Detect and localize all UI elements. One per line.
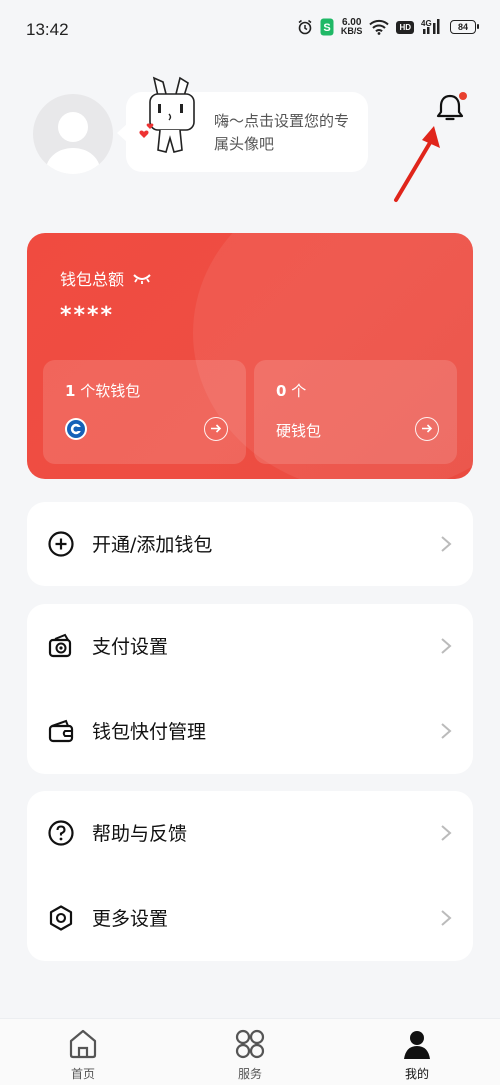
rabbit-mascot-icon [139,76,195,153]
alarm-icon [297,19,313,35]
menu-item-label: 钱包快付管理 [92,721,207,743]
svg-text:S: S [323,22,330,34]
default-avatar-icon [46,112,100,174]
battery-indicator: 84 [450,20,479,34]
hard-wallet-arrow-icon[interactable] [415,417,439,441]
wallet-summary-card: 钱包总额 **** 1 个软钱包 0 个 硬钱包 [27,233,473,479]
soft-wallet-card[interactable]: 1 个软钱包 [43,360,246,464]
profile-icon [404,1031,430,1059]
hd-badge: HD [396,20,414,34]
menu-item-help-feedback[interactable]: 帮助与反馈 [27,791,473,875]
menu-item-quick-pay-management[interactable]: 钱包快付管理 [27,689,473,773]
hard-wallet-count: 0 [276,382,287,400]
bottom-tab-bar: 首页 服务 我的 [0,1018,500,1085]
network-speed: 6.00 KB/S [341,18,363,36]
soft-wallet-arrow-icon[interactable] [204,417,228,441]
chevron-right-icon [441,536,452,552]
hard-wallet-card[interactable]: 0 个 硬钱包 [254,360,457,464]
settings-hexagon-icon [49,905,73,931]
services-grid-icon [235,1029,265,1059]
avatar[interactable] [33,94,113,174]
signal-icon: 4G [421,18,443,36]
add-circle-icon [48,531,74,557]
chevron-right-icon [441,825,452,841]
soft-wallet-count: 1 [65,382,76,400]
tab-home-label: 首页 [70,1067,95,1081]
status-time: 13:42 [26,20,69,39]
security-app-icon: S [320,18,334,36]
wallet-total-amount: **** [60,303,115,328]
menu-item-label: 帮助与反馈 [92,823,188,845]
wallet-total-title: 钱包总额 [60,266,152,290]
chevron-right-icon [441,638,452,654]
wallet-icon [48,719,74,743]
tab-services[interactable]: 服务 [200,1027,300,1082]
wifi-icon [369,19,390,35]
wallet-total-label: 钱包总额 [60,270,125,289]
menu-item-label: 更多设置 [92,908,169,930]
chevron-right-icon [441,723,452,739]
hard-wallet-label: 硬钱包 [276,422,322,440]
tab-mine[interactable]: 我的 [367,1027,467,1082]
soft-wallet-label: 个软钱包 [80,382,141,400]
help-circle-icon [48,820,74,846]
menu-item-label: 支付设置 [92,636,169,658]
menu-item-payment-settings[interactable]: 支付设置 [27,604,473,688]
hard-wallet-unit: 个 [291,382,307,400]
tab-mine-label: 我的 [404,1067,429,1081]
eye-closed-icon[interactable] [132,272,152,284]
avatar-tip-text: 嗨～点击设置您的专属头像吧 [214,112,350,153]
status-icons: S 6.00 KB/S HD 4G 84 [297,18,479,36]
status-bar: 13:42 S 6.00 KB/S HD 4G 84 [0,0,500,60]
menu-group-add-wallet: 开通/添加钱包 [27,502,473,586]
network-speed-unit: KB/S [340,26,363,36]
menu-item-more-settings[interactable]: 更多设置 [27,876,473,960]
annotation-arrow-icon [394,126,440,202]
payment-settings-icon [48,633,72,658]
menu-item-label: 开通/添加钱包 [92,534,213,556]
bank-logo-icon [65,418,87,440]
svg-text:4G: 4G [421,19,432,28]
menu-group-payment: 支付设置 钱包快付管理 [27,604,473,774]
chevron-right-icon [441,910,452,926]
tab-services-label: 服务 [237,1067,262,1081]
hard-wallet-count-line: 0 个 [276,380,306,401]
soft-wallet-title: 1 个软钱包 [65,380,140,401]
tab-home[interactable]: 首页 [33,1027,133,1082]
menu-item-open-add-wallet[interactable]: 开通/添加钱包 [27,502,473,586]
notification-dot [459,92,467,100]
home-icon [69,1029,97,1059]
menu-group-help: 帮助与反馈 更多设置 [27,791,473,961]
